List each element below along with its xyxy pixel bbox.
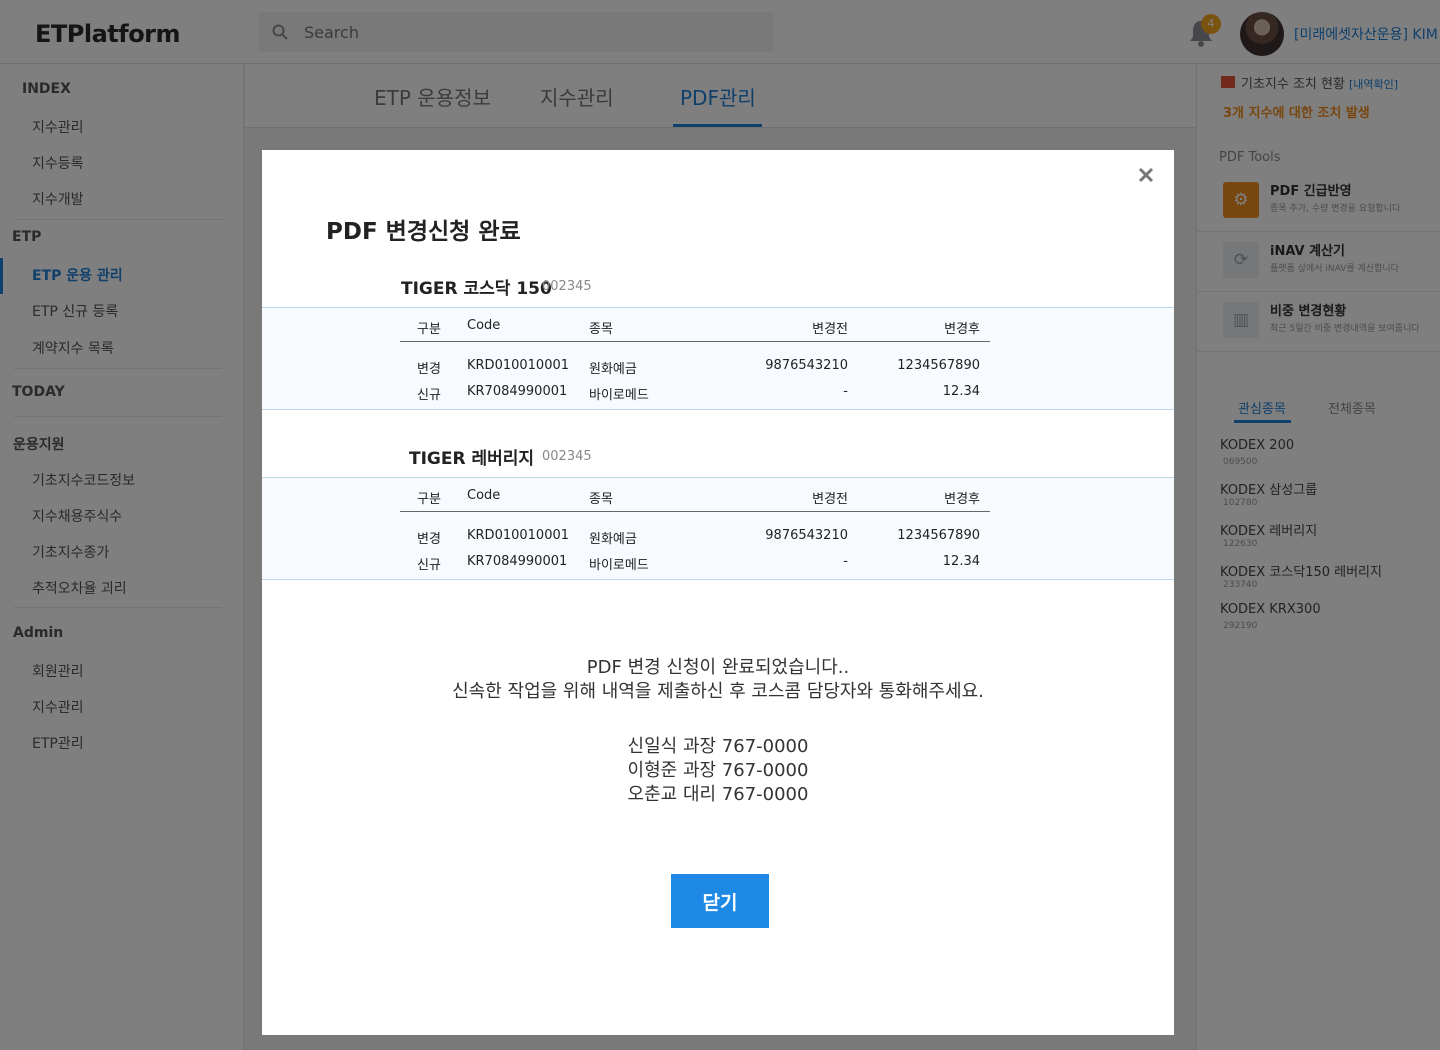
table-cell: 9876543210 [765, 528, 848, 543]
table-cell: KRD010010001 [467, 358, 570, 373]
column-header: 종목 [589, 492, 613, 507]
table-cell: 12.34 [942, 554, 980, 569]
product-name: TIGER 레버리지 [409, 449, 535, 469]
pdf-change-complete-modal: PDF 변경신청 완료 TIGER 코스닥 150 002345 구분 Code… [262, 150, 1174, 1035]
table-cell: 원화예금 [589, 532, 637, 547]
table-cell: KR7084990001 [467, 554, 568, 569]
table-cell: 바이로메드 [589, 558, 649, 573]
table-cell: 바이로메드 [589, 388, 649, 403]
column-header: 변경전 [812, 322, 848, 337]
header-divider [400, 341, 990, 342]
table-cell: 신규 [417, 388, 441, 403]
table-cell: - [843, 554, 848, 569]
contact-line: 이형준 과장 767-0000 [627, 760, 809, 781]
column-header: Code [467, 488, 501, 503]
column-header: 종목 [589, 322, 613, 337]
column-header: 변경후 [944, 322, 980, 337]
table-cell: 9876543210 [765, 358, 848, 373]
table-cell: 신규 [417, 558, 441, 573]
pdf-change-table: 구분 Code 종목 변경전 변경후 변경 KRD010010001 원화예금 … [262, 307, 1174, 410]
table-cell: 1234567890 [897, 528, 980, 543]
product-code: 002345 [542, 449, 592, 464]
pdf-change-table: 구분 Code 종목 변경전 변경후 변경 KRD010010001 원화예금 … [262, 477, 1174, 580]
product-name: TIGER 코스닥 150 [401, 279, 552, 299]
column-header: 구분 [417, 492, 441, 507]
contact-line: 오춘교 대리 767-0000 [627, 784, 809, 805]
table-cell: 1234567890 [897, 358, 980, 373]
header-divider [400, 511, 990, 512]
column-header: 변경후 [944, 492, 980, 507]
modal-title: PDF 변경신청 완료 [326, 219, 521, 245]
table-cell: KR7084990001 [467, 384, 568, 399]
table-cell: 12.34 [942, 384, 980, 399]
column-header: 변경전 [812, 492, 848, 507]
column-header: Code [467, 318, 501, 333]
close-button[interactable]: 닫기 [671, 874, 769, 928]
completion-instruction: 신속한 작업을 위해 내역을 제출하신 후 코스콤 담당자와 통화해주세요. [452, 681, 984, 702]
table-cell: 변경 [417, 532, 441, 547]
table-cell: 변경 [417, 362, 441, 377]
table-cell: - [843, 384, 848, 399]
completion-message: PDF 변경 신청이 완료되었습니다.. [586, 657, 850, 678]
product-code: 002345 [542, 279, 592, 294]
close-icon[interactable] [1135, 164, 1157, 186]
table-cell: 원화예금 [589, 362, 637, 377]
contact-line: 신일식 과장 767-0000 [627, 736, 809, 757]
table-cell: KRD010010001 [467, 528, 570, 543]
column-header: 구분 [417, 322, 441, 337]
